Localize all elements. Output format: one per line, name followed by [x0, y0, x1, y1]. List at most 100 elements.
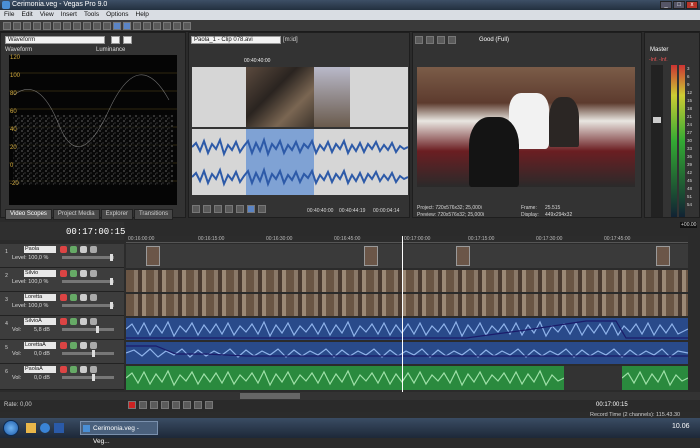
- play-icon[interactable]: [161, 401, 169, 409]
- close-button[interactable]: x: [686, 1, 698, 9]
- open-icon[interactable]: [13, 21, 21, 30]
- track-header-paola[interactable]: 1 Paola Level: 100,0 %: [0, 244, 124, 268]
- track-header-silvio[interactable]: 2 Silvio Level: 100,0 %: [0, 268, 124, 292]
- video-event[interactable]: [364, 246, 378, 266]
- master-fader-handle[interactable]: [653, 117, 661, 123]
- delete-icon[interactable]: [83, 21, 91, 30]
- fx-icon[interactable]: [70, 366, 77, 373]
- cut-icon[interactable]: [53, 21, 61, 30]
- timeline-ruler[interactable]: 00:16:00:00 00:16:15:00 00:16:30:00 00:1…: [126, 236, 688, 243]
- fx-icon[interactable]: [437, 36, 445, 44]
- pause-icon[interactable]: [172, 401, 180, 409]
- solo-icon[interactable]: [90, 246, 97, 253]
- ripple-icon[interactable]: [143, 21, 151, 30]
- playhead-cursor[interactable]: [402, 236, 403, 393]
- pause-icon[interactable]: [214, 205, 222, 213]
- go-to-start-icon[interactable]: [194, 401, 202, 409]
- loop-icon[interactable]: [192, 205, 200, 213]
- zoom-tool-icon[interactable]: [173, 21, 181, 30]
- solo-icon[interactable]: [90, 318, 97, 325]
- track-header-loretta[interactable]: 3 Loretta Level: 100,0 %: [0, 292, 124, 316]
- compositing-icon[interactable]: [60, 270, 67, 277]
- menu-help[interactable]: Help: [136, 10, 149, 20]
- add-to-timeline-icon[interactable]: [247, 205, 255, 213]
- track-lane-paolaa[interactable]: [125, 366, 689, 390]
- solo-icon[interactable]: [90, 366, 97, 373]
- fx-icon[interactable]: [70, 246, 77, 253]
- menu-file[interactable]: File: [4, 10, 14, 20]
- fx-icon[interactable]: [70, 294, 77, 301]
- mute-icon[interactable]: [80, 294, 87, 301]
- scrollbar-thumb[interactable]: [240, 393, 300, 399]
- go-to-end-icon[interactable]: [205, 401, 213, 409]
- menu-options[interactable]: Options: [106, 10, 128, 20]
- track-level-slider[interactable]: [62, 302, 114, 309]
- mute-icon[interactable]: [80, 270, 87, 277]
- track-level-slider[interactable]: [62, 278, 114, 285]
- snap-icon[interactable]: [113, 21, 121, 30]
- track-name[interactable]: Paola: [24, 246, 56, 253]
- undo-icon[interactable]: [93, 21, 101, 30]
- copy-icon[interactable]: [63, 21, 71, 30]
- minimize-button[interactable]: _: [660, 1, 672, 9]
- taskbar-vegas-button[interactable]: Cerimonia.veg - Veg...: [80, 421, 158, 445]
- track-lane-lorettaa[interactable]: [125, 342, 689, 364]
- mute-icon[interactable]: [80, 246, 87, 253]
- stop-icon[interactable]: [183, 401, 191, 409]
- menu-view[interactable]: View: [40, 10, 54, 20]
- windows-start-icon[interactable]: [3, 420, 19, 436]
- autocrossfade-icon[interactable]: [123, 21, 131, 30]
- fx-icon[interactable]: [70, 318, 77, 325]
- preview-quality-select[interactable]: Good (Full): [479, 37, 509, 43]
- render-icon[interactable]: [43, 21, 51, 30]
- track-name[interactable]: LorettaA: [24, 342, 56, 349]
- stop-icon[interactable]: [225, 205, 233, 213]
- tab-project-media[interactable]: Project Media: [52, 209, 100, 220]
- track-name[interactable]: PaolaA: [24, 366, 56, 373]
- track-lane-loretta[interactable]: [126, 294, 688, 316]
- menu-edit[interactable]: Edit: [21, 10, 32, 20]
- solo-icon[interactable]: [90, 294, 97, 301]
- envelope-tool-icon[interactable]: [163, 21, 171, 30]
- help-icon[interactable]: [183, 21, 191, 30]
- track-name[interactable]: SilvioA: [24, 318, 56, 325]
- compositing-icon[interactable]: [60, 294, 67, 301]
- tab-explorer[interactable]: Explorer: [100, 209, 133, 220]
- properties-icon[interactable]: [33, 21, 41, 30]
- track-level-slider[interactable]: [62, 254, 114, 261]
- menu-insert[interactable]: Insert: [61, 10, 77, 20]
- scope-mode-select[interactable]: Waveform: [5, 36, 105, 44]
- video-event[interactable]: [656, 246, 670, 266]
- paste-icon[interactable]: [73, 21, 81, 30]
- lock-icon[interactable]: [133, 21, 141, 30]
- menu-tools[interactable]: Tools: [84, 10, 99, 20]
- solo-icon[interactable]: [90, 270, 97, 277]
- new-icon[interactable]: [3, 21, 11, 30]
- record-icon[interactable]: [128, 401, 136, 409]
- ie-icon[interactable]: [40, 423, 50, 433]
- arm-record-icon[interactable]: [60, 366, 67, 373]
- video-event[interactable]: [456, 246, 470, 266]
- track-volume-slider[interactable]: [62, 374, 114, 381]
- scope-settings-icon[interactable]: [111, 36, 120, 44]
- video-event[interactable]: [146, 246, 160, 266]
- loop-playback-icon[interactable]: [139, 401, 147, 409]
- timeline-scrollbar[interactable]: [0, 392, 700, 400]
- mute-icon[interactable]: [80, 342, 87, 349]
- arm-record-icon[interactable]: [60, 318, 67, 325]
- play-from-start-icon[interactable]: [150, 401, 158, 409]
- mute-icon[interactable]: [80, 318, 87, 325]
- scope-update-icon[interactable]: [123, 36, 132, 44]
- edit-tool-icon[interactable]: [153, 21, 161, 30]
- master-fader-track[interactable]: [651, 65, 663, 217]
- track-name[interactable]: Loretta: [24, 294, 56, 301]
- save-icon[interactable]: [23, 21, 31, 30]
- solo-icon[interactable]: [90, 342, 97, 349]
- fx-icon[interactable]: [70, 270, 77, 277]
- mute-icon[interactable]: [80, 366, 87, 373]
- play-icon[interactable]: [203, 205, 211, 213]
- trimmer-clip-select[interactable]: Paola_1 - Clip 078.avi: [191, 36, 281, 44]
- tab-transitions[interactable]: Transitions: [133, 209, 174, 220]
- external-monitor-icon[interactable]: [426, 36, 434, 44]
- track-lane-paola[interactable]: [126, 244, 688, 268]
